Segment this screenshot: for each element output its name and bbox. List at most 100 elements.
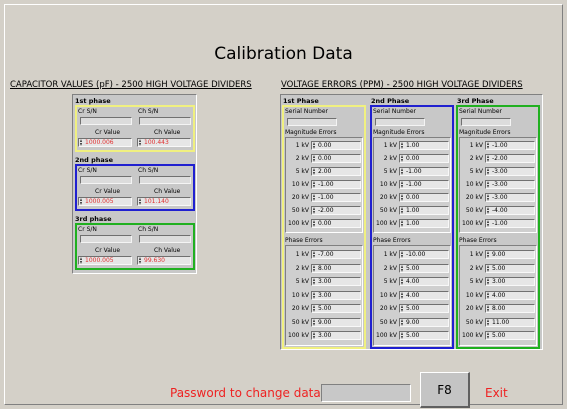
magnitude-error-input[interactable]: -1.00 (399, 167, 449, 176)
spinner-icon[interactable] (486, 142, 491, 149)
phase-error-input[interactable]: 3.00 (311, 277, 361, 286)
magnitude-error-input[interactable]: -3.00 (485, 193, 535, 202)
ch-sn-field[interactable] (139, 176, 191, 184)
phase-error-input[interactable]: 5.00 (399, 331, 449, 340)
cr-value-input[interactable]: 1000.006 (78, 138, 132, 147)
spinner-icon[interactable] (400, 142, 405, 149)
spinner-icon[interactable] (400, 220, 405, 227)
spinner-icon[interactable] (400, 291, 405, 299)
spinner-icon[interactable] (486, 207, 491, 214)
magnitude-error-input[interactable]: -1.00 (485, 219, 535, 228)
magnitude-error-input[interactable]: 1.00 (399, 206, 449, 215)
spinner-icon[interactable] (400, 194, 405, 201)
phase-error-input[interactable]: 3.00 (311, 331, 361, 340)
magnitude-error-input[interactable]: 0.00 (311, 154, 361, 163)
spinner-icon[interactable] (400, 278, 405, 285)
phase-error-input[interactable]: 5.00 (399, 263, 449, 273)
spinner-icon[interactable] (312, 251, 317, 258)
spinner-icon[interactable] (400, 181, 405, 188)
ch-value-input[interactable]: 101.140 (137, 197, 191, 206)
spinner-icon[interactable] (486, 155, 491, 162)
spinner-icon[interactable] (312, 318, 317, 326)
spinner-icon[interactable] (312, 168, 317, 175)
spinner-icon[interactable] (400, 168, 405, 175)
serial-number-field[interactable] (375, 118, 425, 126)
magnitude-error-input[interactable]: -2.00 (311, 206, 361, 215)
magnitude-error-input[interactable]: 1.00 (399, 219, 449, 228)
spinner-icon[interactable] (312, 194, 317, 201)
magnitude-error-input[interactable]: 0.00 (311, 219, 361, 228)
spinner-icon[interactable] (486, 291, 491, 299)
magnitude-error-input[interactable]: -1.00 (485, 141, 535, 150)
ch-value-input[interactable]: 99.630 (137, 256, 191, 265)
ch-sn-field[interactable] (139, 235, 191, 243)
f8-button[interactable]: F8 (420, 372, 470, 408)
magnitude-error-input[interactable]: -2.00 (485, 154, 535, 163)
spinner-icon[interactable] (312, 278, 317, 285)
ch-value-input[interactable]: 100.443 (137, 138, 191, 147)
spinner-icon[interactable] (486, 318, 491, 326)
cr-value-input[interactable]: 1000.005 (78, 197, 132, 206)
serial-number-field[interactable] (287, 118, 337, 126)
magnitude-error-input[interactable]: 0.00 (399, 193, 449, 202)
phase-error-input[interactable]: -10.00 (399, 250, 449, 259)
phase-error-input[interactable]: 8.00 (485, 304, 535, 313)
cr-value-input[interactable]: 1000.005 (78, 256, 132, 265)
spinner-icon[interactable] (486, 278, 491, 285)
spinner-icon[interactable] (138, 139, 143, 146)
magnitude-error-input[interactable]: 2.00 (311, 167, 361, 176)
spinner-icon[interactable] (400, 332, 405, 339)
spinner-icon[interactable] (312, 207, 317, 214)
spinner-icon[interactable] (486, 305, 491, 312)
magnitude-error-input[interactable]: -1.00 (399, 180, 449, 189)
serial-number-field[interactable] (461, 118, 511, 126)
cr-sn-field[interactable] (80, 235, 132, 243)
spinner-icon[interactable] (400, 155, 405, 162)
cr-sn-field[interactable] (80, 176, 132, 184)
spinner-icon[interactable] (312, 142, 317, 149)
cr-sn-field[interactable] (80, 117, 132, 125)
spinner-icon[interactable] (312, 155, 317, 162)
phase-error-input[interactable]: 3.00 (311, 290, 361, 300)
magnitude-error-input[interactable]: -4.00 (485, 206, 535, 215)
spinner-icon[interactable] (312, 291, 317, 299)
phase-error-input[interactable]: 4.00 (399, 277, 449, 286)
phase-error-input[interactable]: 5.00 (399, 304, 449, 313)
phase-error-input[interactable]: 5.00 (485, 331, 535, 340)
spinner-icon[interactable] (486, 332, 491, 339)
magnitude-error-input[interactable]: 0.00 (311, 141, 361, 150)
phase-error-input[interactable]: 4.00 (485, 290, 535, 300)
spinner-icon[interactable] (138, 257, 143, 264)
spinner-icon[interactable] (486, 181, 491, 188)
spinner-icon[interactable] (79, 257, 84, 264)
magnitude-error-input[interactable]: -3.00 (485, 180, 535, 189)
spinner-icon[interactable] (312, 305, 317, 312)
magnitude-error-input[interactable]: 0.00 (399, 154, 449, 163)
magnitude-error-input[interactable]: 1.00 (399, 141, 449, 150)
phase-error-input[interactable]: 9.00 (399, 317, 449, 327)
spinner-icon[interactable] (79, 139, 84, 146)
phase-error-input[interactable]: 9.00 (311, 317, 361, 327)
phase-error-input[interactable]: 4.00 (399, 290, 449, 300)
phase-error-input[interactable]: 11.00 (485, 317, 535, 327)
spinner-icon[interactable] (486, 194, 491, 201)
phase-error-input[interactable]: 5.00 (311, 304, 361, 313)
spinner-icon[interactable] (312, 264, 317, 272)
password-field[interactable] (321, 384, 411, 402)
magnitude-error-input[interactable]: -1.00 (311, 180, 361, 189)
phase-error-input[interactable]: 8.00 (311, 263, 361, 273)
spinner-icon[interactable] (400, 251, 405, 258)
ch-sn-field[interactable] (139, 117, 191, 125)
magnitude-error-input[interactable]: -3.00 (485, 167, 535, 176)
spinner-icon[interactable] (400, 318, 405, 326)
phase-error-input[interactable]: 3.00 (485, 277, 535, 286)
spinner-icon[interactable] (400, 264, 405, 272)
spinner-icon[interactable] (312, 181, 317, 188)
spinner-icon[interactable] (400, 305, 405, 312)
spinner-icon[interactable] (486, 220, 491, 227)
phase-error-input[interactable]: 5.00 (485, 263, 535, 273)
magnitude-error-input[interactable]: -1.00 (311, 193, 361, 202)
spinner-icon[interactable] (312, 220, 317, 227)
spinner-icon[interactable] (486, 168, 491, 175)
spinner-icon[interactable] (486, 251, 491, 258)
